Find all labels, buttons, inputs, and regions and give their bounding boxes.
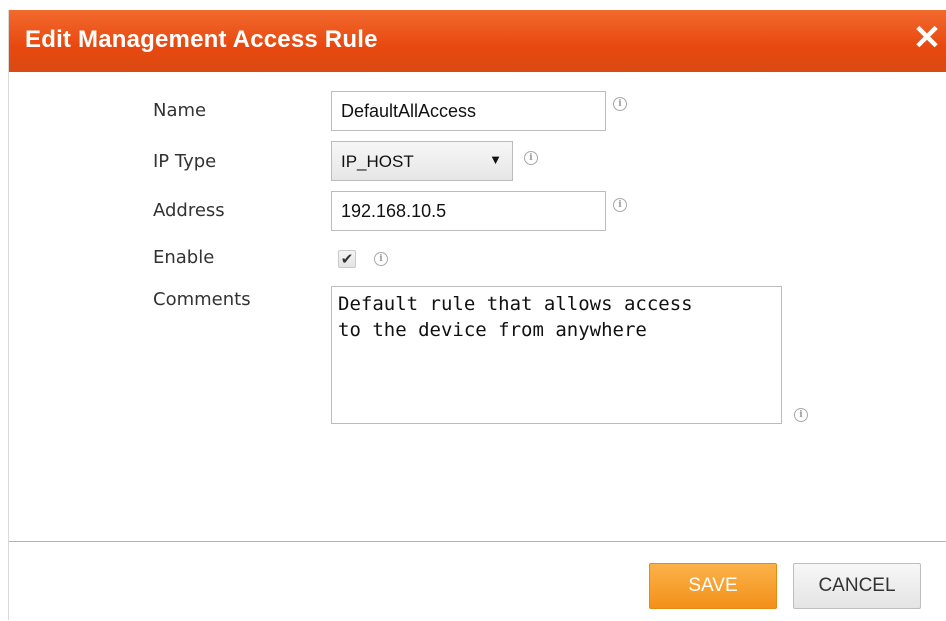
info-icon[interactable]: i: [613, 97, 627, 111]
dialog-footer: SAVE CANCEL: [9, 541, 946, 621]
address-input[interactable]: [331, 191, 606, 231]
info-icon[interactable]: i: [794, 408, 808, 422]
dialog-title: Edit Management Access Rule: [25, 26, 378, 53]
info-icon[interactable]: i: [524, 151, 538, 165]
address-label: Address: [153, 200, 225, 221]
close-icon[interactable]: ✕: [909, 20, 945, 56]
comments-textarea[interactable]: Default rule that allows access to the d…: [331, 286, 782, 424]
enable-label: Enable: [153, 247, 215, 268]
dialog-titlebar: Edit Management Access Rule ✕: [9, 10, 946, 72]
info-icon[interactable]: i: [613, 198, 627, 212]
edit-rule-dialog: Edit Management Access Rule ✕ Name i IP …: [8, 10, 946, 621]
cancel-button[interactable]: CANCEL: [793, 563, 921, 609]
chevron-down-icon: ▼: [489, 152, 502, 167]
ip-type-select[interactable]: IP_HOST ▼: [331, 141, 513, 181]
save-button[interactable]: SAVE: [649, 563, 777, 609]
enable-checkbox[interactable]: ✔: [338, 250, 356, 268]
name-input[interactable]: [331, 91, 606, 131]
info-icon[interactable]: i: [374, 252, 388, 266]
ip-type-label: IP Type: [153, 151, 217, 172]
ip-type-selected-value: IP_HOST: [341, 152, 414, 171]
comments-label: Comments: [153, 289, 251, 310]
name-label: Name: [153, 100, 207, 121]
